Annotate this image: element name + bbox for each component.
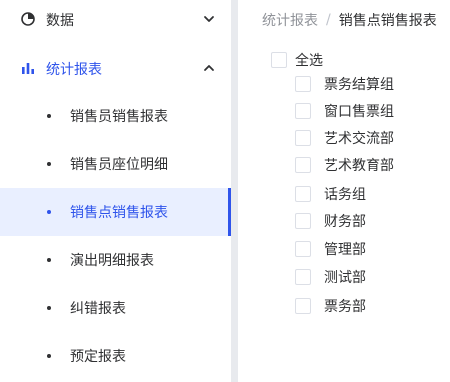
tree-checkbox[interactable] bbox=[295, 103, 311, 119]
breadcrumb: 统计报表 / 销售点销售报表 bbox=[262, 10, 437, 30]
tree-checkbox[interactable] bbox=[295, 269, 311, 285]
tree-item-label: 财务部 bbox=[324, 214, 366, 230]
tree-item-label: 测试部 bbox=[324, 270, 366, 286]
sidebar-divider[interactable] bbox=[231, 0, 238, 382]
tree-item[interactable]: 窗口售票组 bbox=[295, 99, 394, 123]
menu-data[interactable]: 数据 bbox=[0, 0, 231, 38]
tree-item-label: 话务组 bbox=[324, 187, 366, 203]
tree-checkbox[interactable] bbox=[295, 76, 311, 92]
tree-item-label: 管理部 bbox=[324, 242, 366, 258]
chevron-up-icon bbox=[204, 65, 214, 71]
menu-data-label: 数据 bbox=[46, 13, 74, 29]
bar-chart-icon bbox=[22, 63, 34, 74]
select-all-checkbox[interactable] bbox=[271, 52, 287, 68]
breadcrumb-separator: / bbox=[326, 12, 331, 28]
tree-checkbox[interactable] bbox=[295, 241, 311, 257]
tree-item[interactable]: 艺术交流部 bbox=[295, 126, 394, 150]
bullet-dot bbox=[47, 306, 51, 310]
tree-item-label: 票务部 bbox=[324, 299, 366, 315]
tree-checkbox[interactable] bbox=[295, 130, 311, 146]
tree-item-label: 艺术教育部 bbox=[324, 158, 394, 174]
bullet-dot bbox=[47, 114, 51, 118]
tree-item[interactable]: 测试部 bbox=[295, 265, 366, 289]
sidebar-item-seller-seats[interactable]: 销售员座位明细 bbox=[0, 140, 231, 188]
tree-item[interactable]: 票务结算组 bbox=[295, 72, 394, 96]
tree-checkbox[interactable] bbox=[295, 157, 311, 173]
menu-report-label: 统计报表 bbox=[46, 62, 102, 78]
sidebar-item-label: 销售员销售报表 bbox=[70, 109, 168, 125]
pie-chart-icon bbox=[21, 12, 35, 26]
sidebar-item-outlet-sales[interactable]: 销售点销售报表 bbox=[0, 188, 231, 236]
sidebar-item-label: 纠错报表 bbox=[70, 301, 126, 317]
select-all-label: 全选 bbox=[295, 53, 323, 69]
sidebar-item-show-details[interactable]: 演出明细报表 bbox=[0, 236, 231, 284]
tree-item[interactable]: 财务部 bbox=[295, 209, 366, 233]
chevron-down-icon bbox=[204, 16, 214, 22]
tree-item[interactable]: 票务部 bbox=[295, 294, 366, 318]
tree-item[interactable]: 艺术教育部 bbox=[295, 153, 394, 177]
sidebar-item-correction[interactable]: 纠错报表 bbox=[0, 284, 231, 332]
sidebar-item-seller-sales[interactable]: 销售员销售报表 bbox=[0, 92, 231, 140]
bullet-dot bbox=[47, 210, 51, 214]
sidebar-item-label: 演出明细报表 bbox=[70, 253, 154, 269]
breadcrumb-parent[interactable]: 统计报表 bbox=[262, 10, 318, 30]
tree-checkbox[interactable] bbox=[295, 298, 311, 314]
menu-report[interactable]: 统计报表 bbox=[0, 44, 231, 92]
sidebar-item-label: 销售点销售报表 bbox=[70, 205, 168, 221]
tree-item-label: 窗口售票组 bbox=[324, 104, 394, 120]
tree-item-label: 票务结算组 bbox=[324, 77, 394, 93]
tree-item-label: 艺术交流部 bbox=[324, 131, 394, 147]
tree-checkbox[interactable] bbox=[295, 213, 311, 229]
bullet-dot bbox=[47, 258, 51, 262]
tree-item[interactable]: 话务组 bbox=[295, 182, 366, 206]
bullet-dot bbox=[47, 162, 51, 166]
sidebar-item-label: 销售员座位明细 bbox=[70, 157, 168, 173]
sidebar-item-label: 预定报表 bbox=[70, 349, 126, 365]
sidebar-item-reservation[interactable]: 预定报表 bbox=[0, 332, 231, 380]
breadcrumb-current: 销售点销售报表 bbox=[338, 13, 437, 29]
tree-item[interactable]: 管理部 bbox=[295, 237, 366, 261]
tree-checkbox[interactable] bbox=[295, 186, 311, 202]
sidebar: 数据 统计报表 销售员销售报表 销售员座位明细 销售点销售报表 演出明细报表 纠… bbox=[0, 0, 231, 382]
select-all-row[interactable]: 全选 bbox=[271, 48, 323, 72]
bullet-dot bbox=[47, 354, 51, 358]
